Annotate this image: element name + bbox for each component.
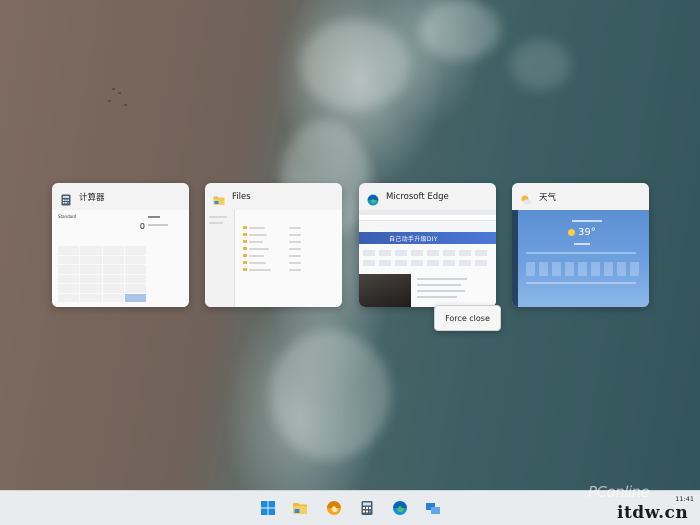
watermark-logo: PConline — [588, 483, 650, 501]
card-header: Microsoft Edge — [359, 183, 496, 210]
weather-icon — [520, 191, 532, 205]
calculator-icon — [60, 191, 72, 205]
card-header: 计算器 — [52, 183, 189, 210]
window-thumbnail: Standard 0 — [52, 210, 189, 307]
window-thumbnail — [205, 210, 342, 307]
window-title: 天气 — [539, 192, 557, 203]
file-explorer-icon[interactable] — [292, 500, 308, 516]
card-header: Files — [205, 183, 342, 210]
task-view-card-files[interactable]: Files — [205, 183, 342, 307]
calculator-icon[interactable] — [359, 500, 375, 516]
task-view-card-weather[interactable]: 天气 39° — [512, 183, 649, 307]
window-thumbnail: 自己动手升级DIY — [359, 210, 496, 307]
banner-text: 自己动手升级DIY — [389, 236, 438, 243]
calc-keypad — [58, 246, 146, 302]
card-header: 天气 — [512, 183, 649, 210]
edge-icon — [367, 191, 379, 205]
files-sidebar — [205, 210, 235, 307]
folder-icon — [213, 191, 225, 205]
task-view-icon[interactable] — [425, 500, 441, 516]
taskbar-clock[interactable]: 11:41 — [675, 495, 694, 503]
edge-canary-icon[interactable] — [326, 500, 342, 516]
window-title: Microsoft Edge — [386, 191, 449, 202]
watermark-url: itdw.cn — [617, 503, 689, 523]
task-view-card-calculator[interactable]: 计算器 Standard 0 — [52, 183, 189, 307]
weather-nav-rail — [512, 210, 518, 307]
article-image — [359, 274, 411, 307]
windows-start-icon[interactable] — [260, 500, 276, 516]
page-banner: 自己动手升级DIY — [359, 232, 496, 244]
current-temperature: 39° — [578, 227, 596, 238]
sun-icon — [568, 229, 575, 236]
calc-history-panel — [148, 214, 184, 226]
window-title: Files — [232, 191, 251, 202]
calc-mode-label: Standard — [58, 214, 77, 219]
edge-icon[interactable] — [392, 500, 408, 516]
force-close-menu-item[interactable]: Force close — [434, 305, 501, 331]
task-view-card-edge[interactable]: Microsoft Edge 自己动手升级DIY — [359, 183, 496, 307]
window-thumbnail: 39° — [512, 210, 649, 307]
calc-display: 0 — [139, 222, 145, 231]
window-title: 计算器 — [79, 192, 105, 203]
